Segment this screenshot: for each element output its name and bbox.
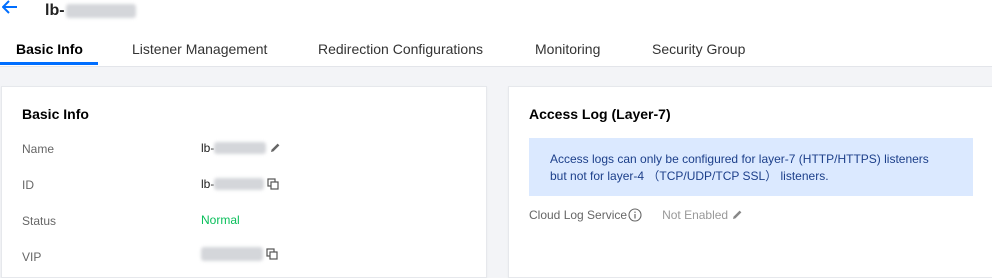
arrow-left-icon [1,0,17,14]
vip-value [201,247,278,261]
redacted-instance-name [65,4,136,18]
notice-line-2: but not for layer-4 （TCP/UDP/TCP SSL） li… [550,169,829,183]
active-tab-indicator [0,62,98,65]
tab-redirection-configurations[interactable]: Redirection Configurations [318,40,483,66]
name-value-prefix: lb- [201,141,215,155]
info-icon [628,208,642,222]
redacted-vip [201,247,263,261]
top-bar: lb- Basic Info Listener Management Redir… [0,0,992,67]
name-label: Name [22,142,55,156]
access-log-panel: Access Log (Layer-7) Access logs can onl… [508,86,992,278]
pencil-icon [271,143,280,152]
status-value: Normal [201,213,240,227]
redacted-name [214,142,267,154]
access-log-notice: Access logs can only be configured for l… [529,138,973,196]
cloud-log-service-label: Cloud Log Service [529,208,628,222]
tab-listener-management-label: Listener Management [132,41,268,57]
id-value: lb- [201,177,279,191]
cloud-log-service-row: Cloud Log Service Not Enabled [529,208,743,222]
cloud-log-service-status: Not Enabled [662,208,743,222]
copy-vip-button[interactable] [266,248,278,260]
edit-name-button[interactable] [269,142,281,154]
copy-icon [266,248,278,260]
page-title-prefix: lb- [45,2,65,19]
tab-monitoring-label: Monitoring [535,41,601,57]
tab-basic-info-label: Basic Info [16,41,83,57]
tab-security-group-label: Security Group [652,41,746,57]
page-title: lb- [45,1,136,21]
cloud-log-service-value: Not Enabled [662,208,729,222]
back-button[interactable] [1,0,18,18]
cloud-log-service-info[interactable] [628,208,642,222]
name-value: lb- [201,141,281,155]
notice-line-1: Access logs can only be configured for l… [550,152,929,166]
tab-listener-management[interactable]: Listener Management [132,40,267,66]
edit-cloud-log-service-button[interactable] [731,209,743,221]
basic-info-panel: Basic Info Name lb- ID lb- Status Normal… [1,86,487,278]
id-label: ID [22,178,34,192]
tab-security-group[interactable]: Security Group [652,40,745,66]
tab-monitoring[interactable]: Monitoring [535,40,600,66]
copy-id-button[interactable] [267,178,279,190]
tab-redirection-configurations-label: Redirection Configurations [318,41,483,57]
copy-icon [267,178,279,190]
basic-info-title: Basic Info [22,106,89,122]
redacted-id [214,178,265,190]
status-label: Status [22,214,57,228]
id-value-prefix: lb- [201,177,215,191]
access-log-title: Access Log (Layer-7) [529,106,671,122]
pencil-icon [733,210,742,219]
